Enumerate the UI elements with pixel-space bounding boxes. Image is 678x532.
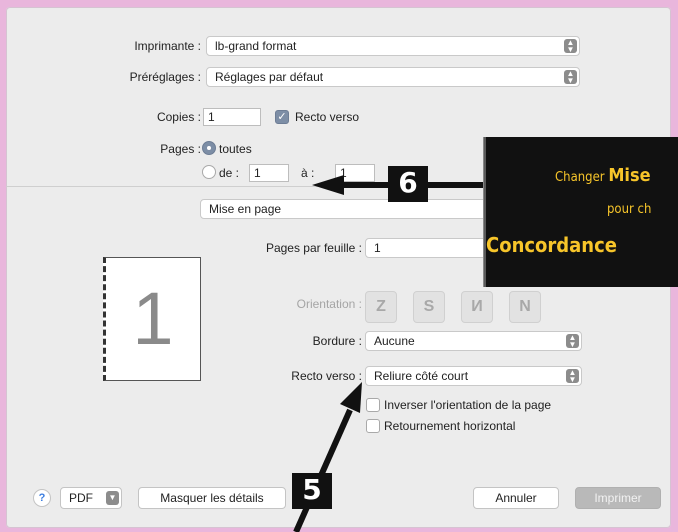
arrow-5-line bbox=[293, 408, 353, 532]
callout-line-1-bold: Mise bbox=[608, 165, 651, 186]
instruction-callout: Changer Mise pour ch Concordance bbox=[484, 137, 678, 287]
callout-line-1-prefix: Changer bbox=[555, 170, 609, 185]
arrow-5-head bbox=[340, 382, 362, 413]
step-6-badge: 6 bbox=[388, 166, 428, 202]
callout-line-3: Concordance bbox=[486, 233, 617, 257]
arrow-6-head bbox=[312, 175, 344, 195]
callout-line-2: pour ch bbox=[607, 202, 652, 217]
step-5-badge: 5 bbox=[292, 473, 332, 509]
callout-line-1: Changer Mise bbox=[555, 165, 651, 186]
